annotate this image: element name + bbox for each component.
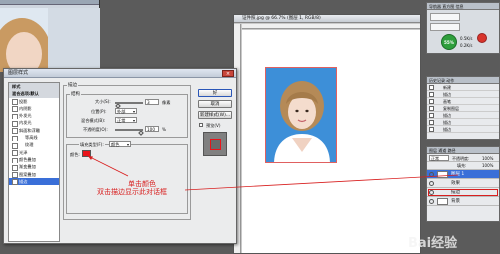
photoshop-window: 证件照.jpg @ 66.7% (图层 1, RGB/8) 导航器 直方图 信息… bbox=[0, 0, 500, 254]
baidu-watermark: Bai经验 bbox=[408, 236, 458, 251]
annotation-arrows bbox=[87, 155, 459, 191]
annotation-double-click: 双击描边显示此对话框 bbox=[97, 188, 167, 196]
